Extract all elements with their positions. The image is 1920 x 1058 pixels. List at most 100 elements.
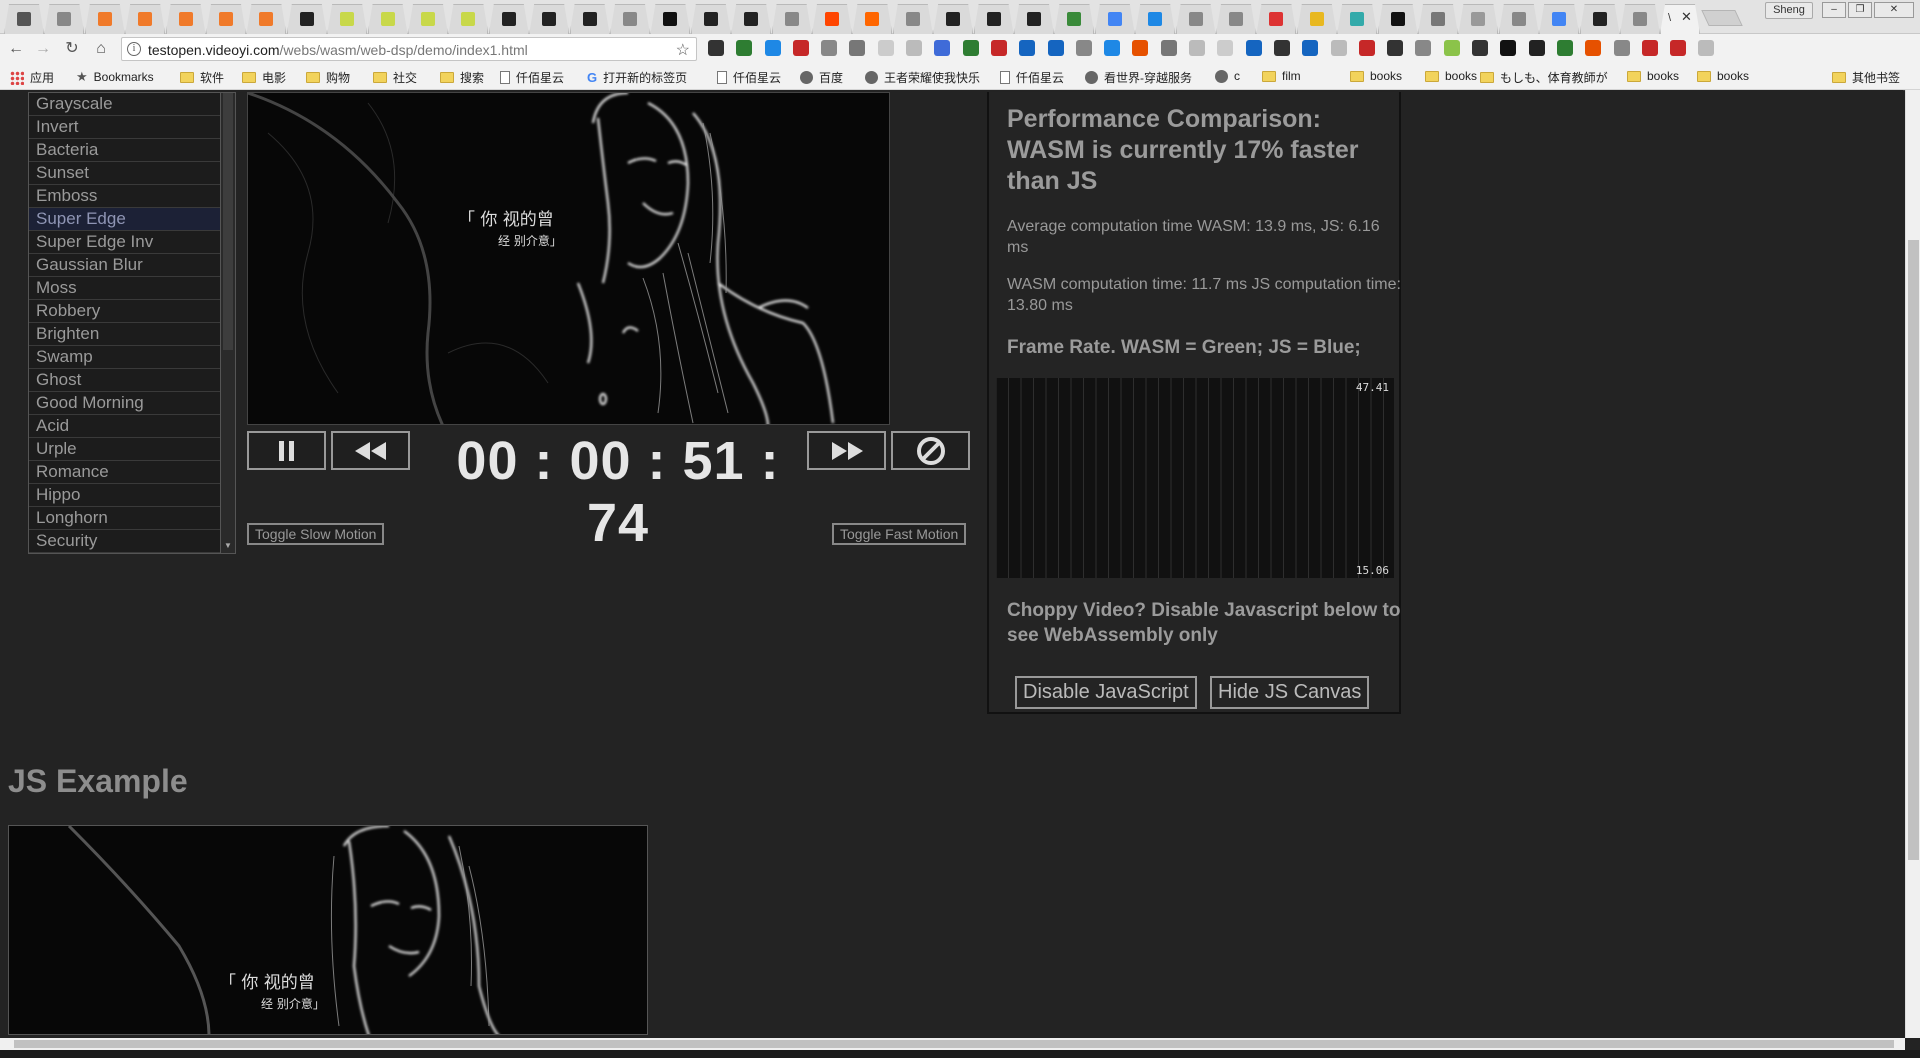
bookmark-item[interactable]: G 打开新的标签页: [587, 69, 687, 86]
address-bar[interactable]: i testopen.videoyi.com/webs/wasm/web-dsp…: [121, 37, 697, 61]
browser-tab[interactable]: [1418, 4, 1458, 34]
extension-icon[interactable]: [849, 40, 866, 56]
extension-icon[interactable]: [1047, 40, 1064, 56]
extension-icon[interactable]: [1472, 40, 1489, 56]
browser-tab[interactable]: [1094, 4, 1135, 34]
browser-tab[interactable]: [1498, 4, 1539, 34]
back-icon[interactable]: ←: [6, 39, 26, 59]
browser-tab[interactable]: [812, 4, 852, 34]
browser-tab[interactable]: [125, 4, 166, 34]
browser-tab[interactable]: [1296, 4, 1337, 34]
profile-button[interactable]: Sheng: [1765, 2, 1813, 19]
filter-list-scrollbar[interactable]: ▼: [220, 93, 235, 553]
url-text[interactable]: testopen.videoyi.com/webs/wasm/web-dsp/d…: [148, 42, 528, 58]
active-tab[interactable]: \: [1660, 4, 1700, 34]
browser-tab[interactable]: [246, 4, 287, 34]
extension-icon[interactable]: [990, 40, 1007, 56]
bookmark-item[interactable]: books: [1350, 69, 1402, 83]
browser-tab[interactable]: [690, 4, 731, 34]
browser-tab[interactable]: [852, 4, 893, 34]
disable-javascript-button[interactable]: Disable JavaScript: [1015, 676, 1197, 709]
extension-icon[interactable]: [1670, 40, 1687, 56]
browser-tab[interactable]: [1539, 4, 1580, 34]
browser-tab[interactable]: [206, 4, 246, 34]
filter-option[interactable]: Sunset: [29, 162, 235, 185]
bookmark-item[interactable]: ★ Bookmarks: [76, 69, 154, 85]
extension-icon[interactable]: [1387, 40, 1404, 56]
filter-option[interactable]: Super Edge: [29, 208, 235, 231]
bookmark-item[interactable]: c: [1215, 69, 1240, 83]
extension-icon[interactable]: [934, 40, 951, 56]
page-vertical-scrollbar[interactable]: [1905, 90, 1920, 1038]
fast-forward-button[interactable]: [807, 431, 886, 470]
window-close-button[interactable]: ✕: [1874, 2, 1914, 18]
bookmark-item[interactable]: 社交: [373, 69, 417, 86]
browser-tab[interactable]: [4, 4, 44, 34]
extension-icon[interactable]: [1443, 40, 1460, 56]
extension-icon[interactable]: [1528, 40, 1545, 56]
browser-tab[interactable]: [165, 4, 206, 34]
hide-js-canvas-button[interactable]: Hide JS Canvas: [1210, 676, 1370, 709]
extension-icon[interactable]: [1330, 40, 1347, 56]
extension-icon[interactable]: [906, 40, 923, 56]
filter-option[interactable]: Grayscale: [29, 93, 235, 116]
extension-icon[interactable]: [764, 40, 781, 56]
filter-option[interactable]: Romance: [29, 461, 235, 484]
page-scroll-thumb[interactable]: [1908, 240, 1919, 860]
browser-tab[interactable]: [1014, 4, 1054, 34]
extension-icon[interactable]: [1585, 40, 1602, 56]
filter-option[interactable]: Gaussian Blur: [29, 254, 235, 277]
browser-tab[interactable]: [610, 4, 650, 34]
browser-tab[interactable]: [1337, 4, 1378, 34]
extension-icon[interactable]: [736, 40, 753, 56]
browser-tab[interactable]: [84, 4, 125, 34]
extension-icon[interactable]: [1217, 40, 1234, 56]
browser-tab[interactable]: [771, 4, 812, 34]
browser-tab[interactable]: [1216, 4, 1256, 34]
forward-icon[interactable]: →: [33, 39, 53, 59]
bookmark-item[interactable]: 应用: [10, 69, 54, 86]
bookmark-star-icon[interactable]: ☆: [676, 40, 690, 60]
bookmark-item[interactable]: 百度: [800, 69, 843, 86]
bookmark-item[interactable]: 仟佰星云: [1000, 69, 1064, 86]
extension-icon[interactable]: [1556, 40, 1573, 56]
bookmark-item[interactable]: 其他书签: [1832, 69, 1900, 86]
pause-button[interactable]: [247, 431, 326, 470]
bookmark-item[interactable]: 王者荣耀使我快乐: [865, 69, 980, 86]
minimize-button[interactable]: –: [1822, 2, 1846, 18]
bookmark-item[interactable]: 电影: [242, 69, 286, 86]
filter-option[interactable]: Invert: [29, 116, 235, 139]
extension-icon[interactable]: [877, 40, 894, 56]
extension-icon[interactable]: [821, 40, 838, 56]
filter-option[interactable]: Robbery: [29, 300, 235, 323]
filter-option[interactable]: Good Morning: [29, 392, 235, 415]
extension-icon[interactable]: [792, 40, 809, 56]
browser-tab[interactable]: [367, 4, 408, 34]
home-icon[interactable]: ⌂: [91, 39, 111, 59]
close-tab-icon[interactable]: ✕: [1681, 9, 1692, 25]
extension-icon[interactable]: [962, 40, 979, 56]
extension-icon[interactable]: [1500, 40, 1517, 56]
extension-icon[interactable]: [1132, 40, 1149, 56]
browser-tab[interactable]: [933, 4, 974, 34]
extension-icon[interactable]: [1019, 40, 1036, 56]
no-filter-button[interactable]: [891, 431, 970, 470]
extension-icon[interactable]: [1273, 40, 1290, 56]
filter-option[interactable]: Brighten: [29, 323, 235, 346]
browser-tab[interactable]: [448, 4, 489, 34]
bookmark-item[interactable]: 仟佰星云: [717, 69, 781, 86]
extension-icon[interactable]: [1641, 40, 1658, 56]
browser-tab[interactable]: [327, 4, 368, 34]
bookmark-item[interactable]: books: [1697, 69, 1749, 83]
extension-icon[interactable]: [1104, 40, 1121, 56]
browser-tab[interactable]: [1579, 4, 1620, 34]
extension-icon[interactable]: [1302, 40, 1319, 56]
bookmark-item[interactable]: books: [1627, 69, 1679, 83]
bookmark-item[interactable]: 仟佰星云: [500, 69, 564, 86]
filter-option[interactable]: Moss: [29, 277, 235, 300]
browser-tab[interactable]: [286, 4, 327, 34]
bookmark-item[interactable]: 软件: [180, 69, 224, 86]
toggle-slow-motion-button[interactable]: Toggle Slow Motion: [247, 523, 385, 545]
filter-option[interactable]: Emboss: [29, 185, 235, 208]
browser-tab[interactable]: [44, 4, 85, 34]
